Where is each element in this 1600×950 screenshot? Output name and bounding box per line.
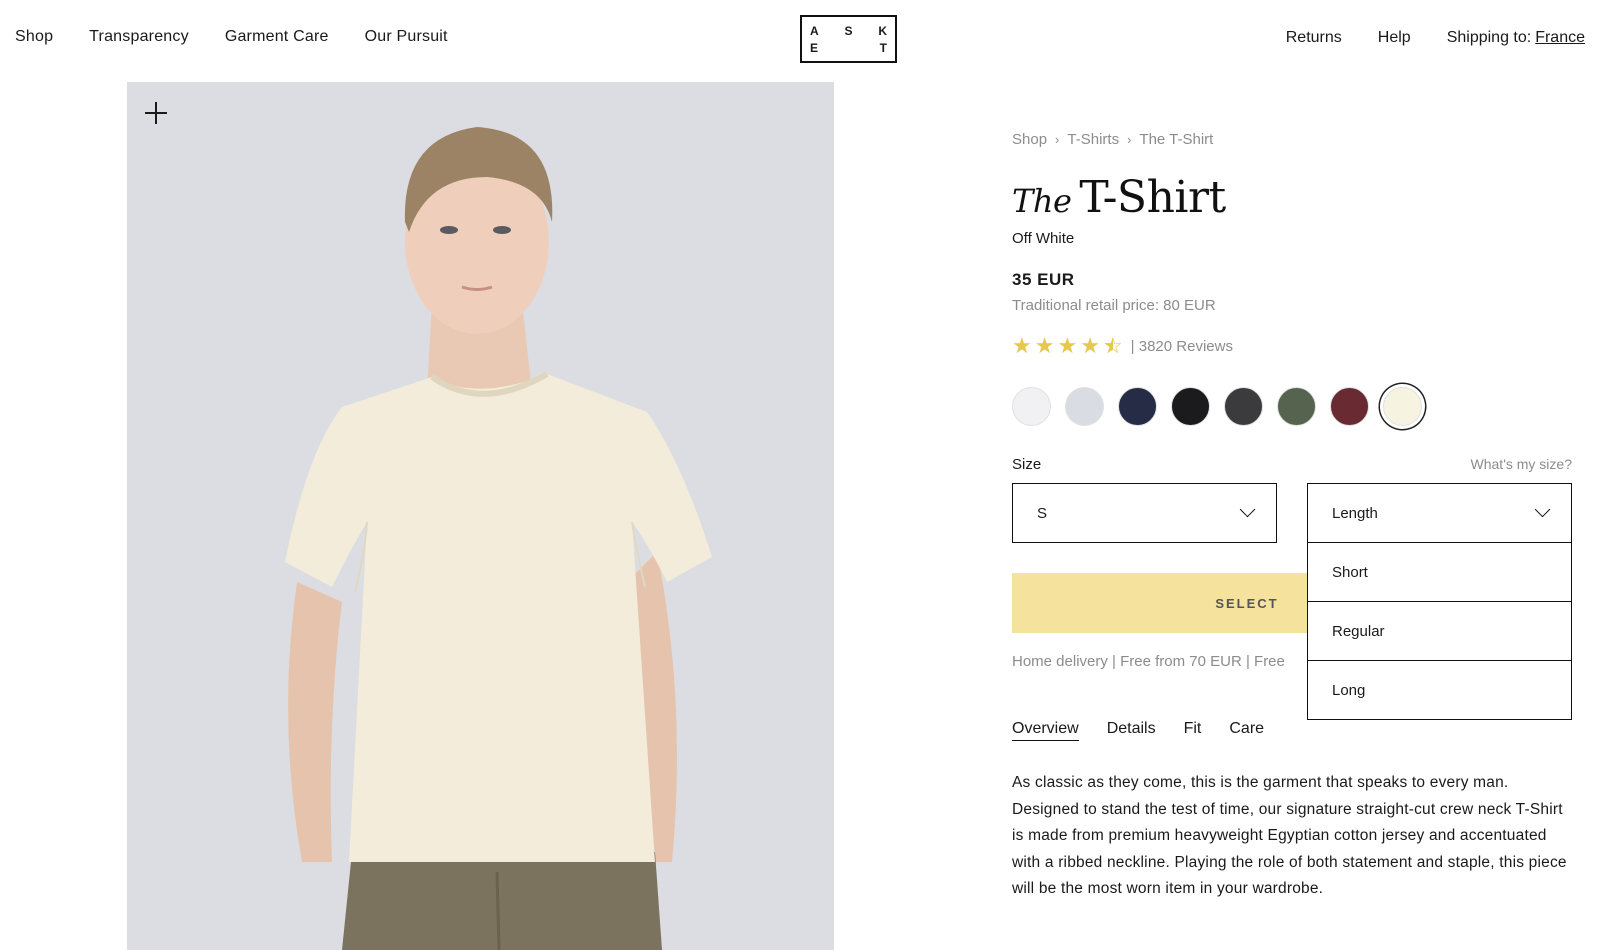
half-star-icon: ★ — [1103, 335, 1123, 357]
star-icon: ★ — [1012, 333, 1032, 358]
length-option-short[interactable]: Short — [1307, 543, 1572, 602]
star-icon: ★ — [1057, 333, 1078, 358]
tab-details[interactable]: Details — [1107, 720, 1156, 741]
delivery-info: Home delivery | Free from 70 EUR | Free — [1012, 653, 1285, 670]
nav-help[interactable]: Help — [1378, 29, 1411, 47]
nav-shop[interactable]: Shop — [15, 28, 53, 46]
logo-letter — [836, 39, 862, 56]
logo-letter: S — [844, 23, 853, 38]
chevron-right-icon: › — [1127, 132, 1132, 147]
nav-transparency[interactable]: Transparency — [89, 28, 189, 46]
select-size-button-label: SELECT — [1215, 595, 1279, 611]
logo-letter: A — [810, 23, 819, 38]
breadcrumb-item[interactable]: Shop — [1012, 131, 1047, 148]
product-tabs: Overview Details Fit Care — [1012, 720, 1264, 741]
color-swatch[interactable] — [1171, 387, 1210, 426]
length-select[interactable]: Length — [1307, 483, 1572, 543]
product-title-main: T-Shirt — [1079, 172, 1226, 223]
breadcrumb-item[interactable]: T-Shirts — [1067, 131, 1119, 148]
zoom-plus-icon[interactable] — [145, 102, 167, 124]
product-description: As classic as they come, this is the gar… — [1012, 774, 1567, 897]
tab-care[interactable]: Care — [1229, 720, 1264, 741]
retail-price: Traditional retail price: 80 EUR — [1012, 297, 1216, 314]
length-option-long[interactable]: Long — [1307, 661, 1572, 720]
brand-logo[interactable]: A S K E T — [800, 15, 897, 63]
size-select[interactable]: S — [1012, 483, 1277, 543]
color-swatch[interactable] — [1277, 387, 1316, 426]
color-swatches — [1012, 387, 1422, 426]
reviews-link[interactable]: | 3820 Reviews — [1131, 338, 1233, 355]
star-icon: ★ — [1034, 333, 1055, 358]
color-swatch[interactable] — [1065, 387, 1104, 426]
nav-garment-care[interactable]: Garment Care — [225, 28, 329, 46]
color-swatch[interactable] — [1118, 387, 1157, 426]
logo-letter: K — [878, 23, 887, 38]
rating[interactable]: ★ ★ ★ ★ ★ | 3820 Reviews — [1012, 333, 1233, 358]
site-header: Shop Transparency Garment Care Our Pursu… — [0, 0, 1600, 80]
color-swatch[interactable] — [1012, 387, 1051, 426]
shipping-country-link[interactable]: France — [1535, 29, 1585, 47]
chevron-down-icon — [1535, 506, 1549, 520]
tab-overview[interactable]: Overview — [1012, 720, 1079, 741]
length-option-regular[interactable]: Regular — [1307, 602, 1572, 661]
utility-nav: Returns Help Shipping to: France — [1250, 29, 1585, 47]
logo-letter: T — [879, 40, 887, 55]
chevron-down-icon — [1240, 506, 1254, 520]
product-image[interactable] — [127, 82, 834, 950]
length-dropdown: Short Regular Long — [1307, 543, 1572, 720]
product-color-name: Off White — [1012, 230, 1075, 247]
chevron-right-icon: › — [1055, 132, 1060, 147]
tab-fit[interactable]: Fit — [1184, 720, 1202, 741]
size-select-value: S — [1037, 504, 1048, 522]
rating-stars: ★ ★ ★ ★ ★ — [1012, 333, 1123, 358]
product-price: 35 EUR — [1012, 270, 1075, 289]
color-swatch[interactable] — [1224, 387, 1263, 426]
breadcrumb: Shop › T-Shirts › The T-Shirt — [1012, 131, 1213, 148]
product-title: The T-Shirt — [1012, 172, 1226, 223]
shipping-label: Shipping to: — [1446, 29, 1532, 46]
size-guide-link[interactable]: What's my size? — [1471, 456, 1572, 472]
color-swatch[interactable] — [1330, 387, 1369, 426]
size-label: Size — [1012, 456, 1042, 473]
model-photo — [285, 127, 712, 950]
breadcrumb-item[interactable]: The T-Shirt — [1139, 131, 1213, 148]
main-nav: Shop Transparency Garment Care Our Pursu… — [15, 28, 484, 46]
logo-letter: E — [810, 40, 819, 55]
product-title-prefix: The — [1012, 182, 1072, 220]
length-select-value: Length — [1332, 504, 1378, 522]
star-icon: ★ — [1080, 333, 1100, 358]
color-swatch[interactable] — [1383, 387, 1422, 426]
nav-returns[interactable]: Returns — [1286, 29, 1342, 47]
nav-our-pursuit[interactable]: Our Pursuit — [365, 28, 448, 46]
